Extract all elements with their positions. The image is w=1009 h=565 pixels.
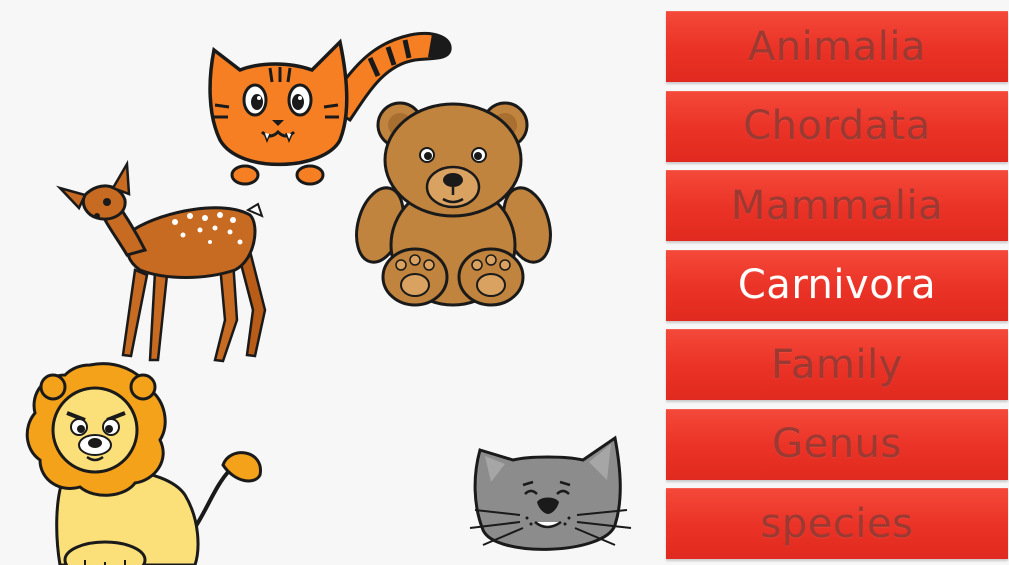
rank-mammalia: Mammalia xyxy=(666,170,1008,241)
rank-label: Carnivora xyxy=(737,262,937,308)
rank-label: Mammalia xyxy=(730,182,944,229)
rank-carnivora: Carnivora xyxy=(666,249,1008,321)
rank-genus: Genus xyxy=(666,408,1008,480)
rank-family: Family xyxy=(666,329,1008,400)
rank-label: species xyxy=(760,500,914,547)
rank-animalia: Animalia xyxy=(666,11,1008,82)
teddy-bear-icon xyxy=(355,95,555,315)
taxonomy-rank-list: Animalia Chordata Mammalia Carnivora Fam… xyxy=(666,11,1008,559)
lion-icon xyxy=(15,362,275,565)
gray-cat-icon xyxy=(465,430,635,565)
rank-label: Animalia xyxy=(747,23,927,70)
rank-species: species xyxy=(666,488,1008,559)
rank-label: Chordata xyxy=(743,103,931,149)
rank-label: Family xyxy=(771,341,903,388)
rank-label: Genus xyxy=(772,421,902,467)
rank-chordata: Chordata xyxy=(666,90,1008,162)
deer-icon xyxy=(55,159,275,370)
